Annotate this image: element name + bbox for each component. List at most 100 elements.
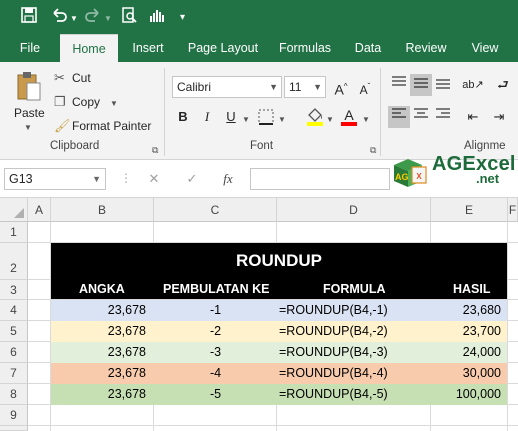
row-header-3[interactable]: 3: [0, 280, 28, 300]
format-painter-button[interactable]: 🖌 Format Painter: [54, 118, 154, 136]
tab-view[interactable]: View: [462, 34, 508, 62]
column-header-e[interactable]: E: [431, 198, 508, 222]
chevron-down-icon[interactable]: ▼: [362, 112, 370, 128]
cell-pembulatan[interactable]: -3: [210, 342, 221, 363]
table-title[interactable]: ROUNDUP: [51, 243, 507, 279]
print-preview-icon[interactable]: [120, 6, 138, 30]
font-color-button[interactable]: A: [338, 104, 360, 126]
grow-font-label: A: [334, 81, 344, 98]
tab-page-layout[interactable]: Page Layout: [180, 34, 266, 62]
ribbon: Paste ▼ ✂ Cut ❐ Copy ▼ 🖌 Format Painter …: [0, 62, 518, 160]
cell-pembulatan[interactable]: -5: [210, 384, 221, 405]
cell-formula[interactable]: =ROUNDUP(B4,-3): [279, 342, 388, 363]
cell-formula[interactable]: =ROUNDUP(B4,-2): [279, 321, 388, 342]
decrease-indent-button[interactable]: ⇤: [462, 106, 484, 128]
header-hasil[interactable]: HASIL: [453, 279, 491, 299]
row-header-2[interactable]: 2: [0, 243, 28, 280]
dialog-launcher-icon[interactable]: ⧉: [152, 142, 158, 158]
cell-hasil[interactable]: 23,680: [463, 300, 501, 321]
cell-angka[interactable]: 23,678: [108, 363, 146, 384]
tab-formulas[interactable]: Formulas: [272, 34, 338, 62]
chevron-down-icon[interactable]: ▼: [278, 112, 286, 128]
grow-font-button[interactable]: A^: [330, 76, 352, 98]
row-header-8[interactable]: 8: [0, 384, 28, 405]
row-header-6[interactable]: 6: [0, 342, 28, 363]
align-top-button[interactable]: [388, 74, 410, 96]
align-bottom-button[interactable]: [432, 74, 454, 96]
header-pembulatan[interactable]: PEMBULATAN KE: [163, 279, 269, 299]
cell-hasil[interactable]: 30,000: [463, 363, 501, 384]
font-color-bar: [341, 122, 357, 126]
name-box-value: G13: [9, 172, 33, 186]
cell-angka[interactable]: 23,678: [108, 321, 146, 342]
scissors-icon: ✂: [54, 70, 65, 85]
chevron-down-icon[interactable]: ▼: [104, 9, 112, 29]
chevron-down-icon[interactable]: ▼: [326, 112, 334, 128]
customize-icon[interactable]: ▾: [180, 8, 185, 28]
font-name-select[interactable]: Calibri ▼: [172, 76, 282, 98]
bold-button[interactable]: B: [172, 106, 194, 128]
align-center-button[interactable]: [410, 106, 432, 128]
paste-label: Paste: [14, 106, 45, 120]
cell-angka[interactable]: 23,678: [108, 384, 146, 405]
cell-formula[interactable]: =ROUNDUP(B4,-5): [279, 384, 388, 405]
wrap-text-button[interactable]: ⮐: [492, 74, 514, 96]
row-header-5[interactable]: 5: [0, 321, 28, 342]
row-header-4[interactable]: 4: [0, 300, 28, 321]
row-header-7[interactable]: 7: [0, 363, 28, 384]
agexcel-logo: X AG AGExcel .net: [388, 153, 518, 191]
dialog-launcher-icon[interactable]: ⧉: [370, 142, 376, 158]
cell-formula[interactable]: =ROUNDUP(B4,-4): [279, 363, 388, 384]
cell-angka[interactable]: 23,678: [108, 342, 146, 363]
cell-pembulatan[interactable]: -2: [210, 321, 221, 342]
column-header-d[interactable]: D: [277, 198, 431, 222]
copy-button[interactable]: ❐ Copy ▼: [54, 94, 124, 112]
tab-file[interactable]: File: [8, 34, 52, 62]
increase-indent-button[interactable]: ⇥: [488, 106, 510, 128]
tab-insert[interactable]: Insert: [124, 34, 172, 62]
column-header-f[interactable]: F: [508, 198, 518, 222]
row-header-9[interactable]: 9: [0, 405, 28, 426]
chevron-down-icon[interactable]: ▼: [70, 9, 78, 29]
enter-button[interactable]: ✓: [180, 168, 204, 190]
fill-color-icon[interactable]: [306, 106, 324, 130]
shrink-font-button[interactable]: Aˇ: [354, 76, 376, 98]
cell-pembulatan[interactable]: -1: [210, 300, 221, 321]
touch-mode-icon[interactable]: [148, 6, 166, 30]
borders-icon[interactable]: [258, 109, 274, 129]
cut-button[interactable]: ✂ Cut: [54, 70, 114, 88]
undo-icon[interactable]: [50, 6, 68, 30]
cell-angka[interactable]: 23,678: [108, 300, 146, 321]
select-all-corner[interactable]: [0, 198, 28, 222]
formula-input[interactable]: [250, 168, 390, 190]
cell-formula[interactable]: =ROUNDUP(B4,-1): [279, 300, 388, 321]
align-left-button[interactable]: [388, 106, 410, 128]
name-box[interactable]: G13 ▼: [4, 168, 106, 190]
align-middle-button[interactable]: [410, 74, 432, 96]
column-header-b[interactable]: B: [51, 198, 154, 222]
column-header-c[interactable]: C: [154, 198, 277, 222]
header-formula[interactable]: FORMULA: [323, 279, 386, 299]
paste-button[interactable]: Paste ▼: [8, 68, 48, 132]
cancel-button[interactable]: ✕: [142, 168, 166, 190]
font-size-select[interactable]: 11 ▼: [284, 76, 326, 98]
row-header-1[interactable]: 1: [0, 222, 28, 243]
column-header-a[interactable]: A: [28, 198, 51, 222]
insert-function-button[interactable]: fx: [216, 168, 240, 190]
align-right-button[interactable]: [432, 106, 454, 128]
chevron-down-icon[interactable]: ▼: [242, 112, 250, 128]
tab-data[interactable]: Data: [346, 34, 390, 62]
cell-pembulatan[interactable]: -4: [210, 363, 221, 384]
underline-button[interactable]: U: [220, 106, 242, 128]
row-header-10[interactable]: [0, 426, 28, 431]
cell-hasil[interactable]: 23,700: [463, 321, 501, 342]
orientation-button[interactable]: ab↗: [462, 74, 484, 96]
cell-hasil[interactable]: 100,000: [456, 384, 501, 405]
header-angka[interactable]: ANGKA: [79, 279, 125, 299]
italic-button[interactable]: I: [196, 106, 218, 128]
tab-home[interactable]: Home: [60, 34, 118, 62]
redo-icon[interactable]: [84, 6, 102, 30]
save-icon[interactable]: [20, 6, 38, 30]
cell-hasil[interactable]: 24,000: [463, 342, 501, 363]
tab-review[interactable]: Review: [398, 34, 454, 62]
